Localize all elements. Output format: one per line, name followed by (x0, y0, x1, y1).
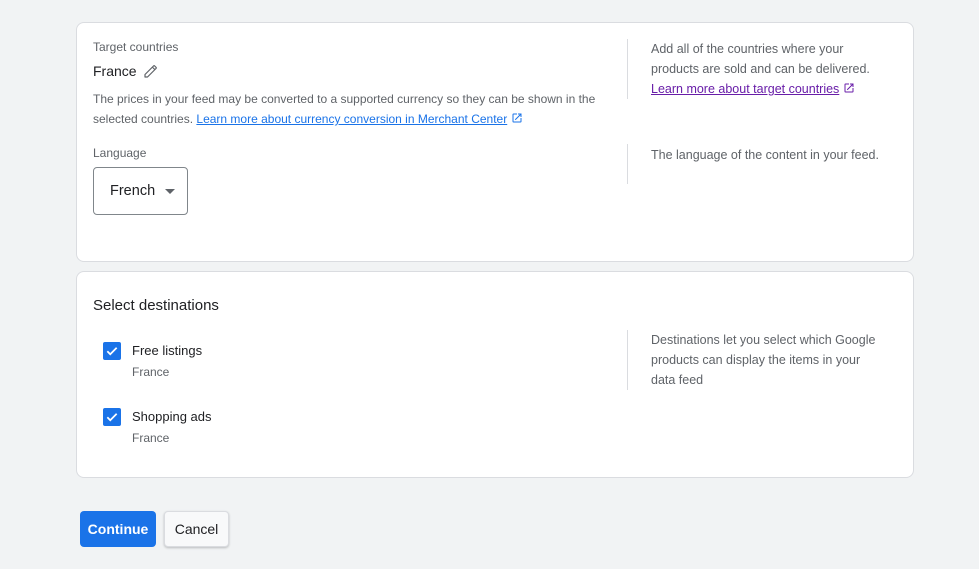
destinations-title: Select destinations (93, 297, 219, 314)
language-selected-value: French (110, 183, 156, 199)
destinations-card: Select destinations Free listings France… (76, 271, 914, 478)
shopping-ads-checkbox[interactable] (103, 408, 121, 426)
currency-help-text: The prices in your feed may be converted… (93, 89, 603, 129)
target-countries-label: Target countries (93, 40, 179, 54)
destination-free-listings: Free listings France (103, 341, 202, 380)
free-listings-checkbox[interactable] (103, 342, 121, 360)
check-icon (106, 413, 118, 422)
free-listings-text: Free listings France (132, 341, 202, 380)
currency-conversion-link[interactable]: Learn more about currency conversion in … (196, 112, 523, 126)
check-icon (106, 347, 118, 356)
country-side-help: Add all of the countries where your prod… (651, 39, 891, 99)
cancel-button[interactable]: Cancel (164, 511, 229, 547)
caret-down-icon (165, 188, 176, 194)
pencil-icon[interactable] (143, 63, 159, 79)
language-select[interactable]: French (93, 167, 188, 215)
language-label: Language (93, 146, 147, 160)
currency-conversion-link-label: Learn more about currency conversion in … (196, 112, 508, 126)
target-countries-link[interactable]: Learn more about target countries (651, 82, 855, 96)
target-countries-link-label: Learn more about target countries (651, 82, 840, 96)
language-side-divider (627, 144, 628, 184)
country-side-copy: Add all of the countries where your prod… (651, 42, 870, 76)
external-link-icon (844, 83, 854, 93)
external-link-icon (512, 113, 522, 123)
target-country-value: France (93, 63, 137, 79)
shopping-ads-text: Shopping ads France (132, 407, 212, 446)
country-language-card: Target countries France The prices in yo… (76, 22, 914, 262)
target-country-row: France (93, 61, 159, 81)
destinations-side-help: Destinations let you select which Google… (651, 333, 876, 387)
free-listings-country: France (132, 365, 170, 379)
shopping-ads-label: Shopping ads (132, 409, 212, 424)
country-side-divider (627, 39, 628, 99)
destination-shopping-ads: Shopping ads France (103, 407, 212, 446)
continue-button[interactable]: Continue (80, 511, 156, 547)
language-side-help: The language of the content in your feed… (651, 148, 879, 162)
shopping-ads-country: France (132, 431, 170, 445)
free-listings-label: Free listings (132, 343, 203, 358)
destinations-side-divider (627, 330, 628, 390)
